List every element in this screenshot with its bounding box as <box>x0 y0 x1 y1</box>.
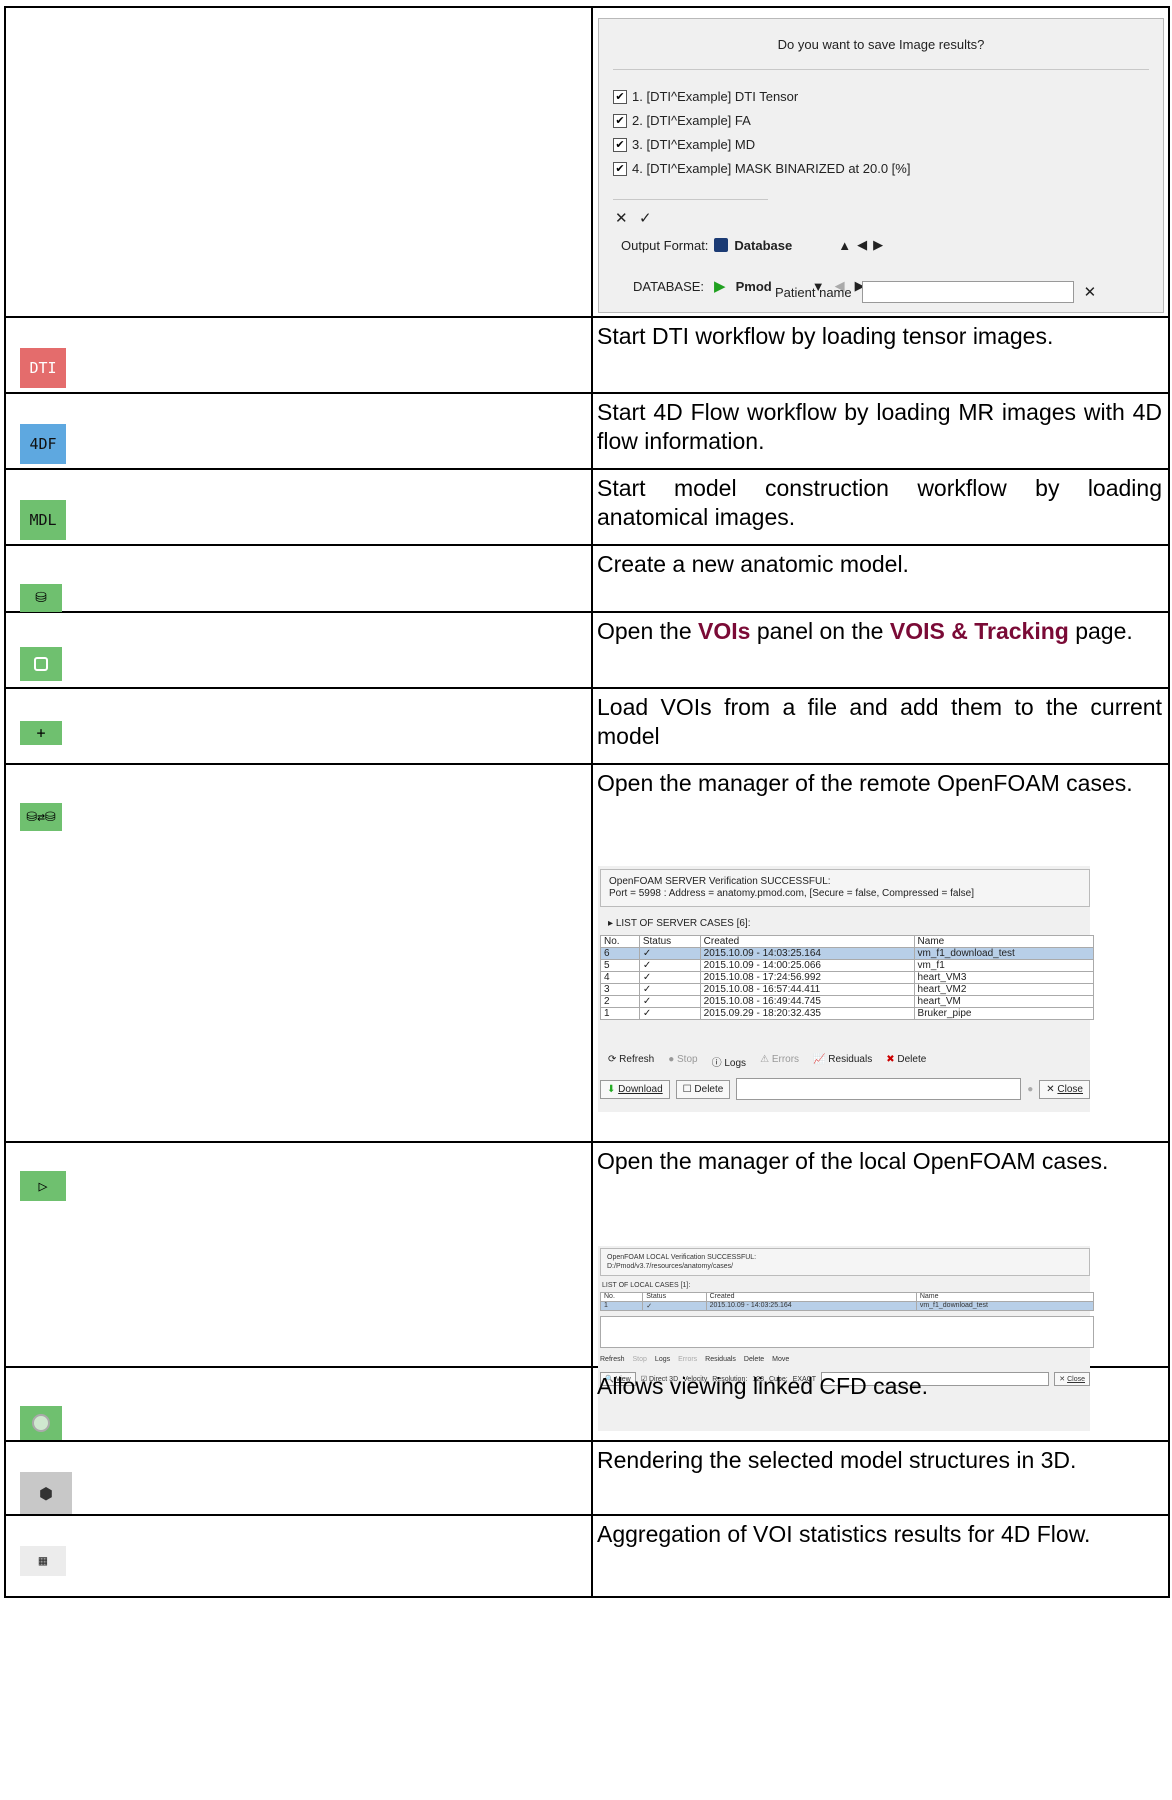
floppy-disk-icon <box>714 238 729 252</box>
list-title: LIST OF LOCAL CASES [1]: <box>602 1282 691 1289</box>
desc-cell: Do you want to save Image results? ✔ 1. [… <box>591 6 1170 318</box>
left-arrow-icon[interactable]: ◀ <box>857 237 867 253</box>
table-row: Open the VOIs panel on the VOIS & Tracki… <box>4 611 1170 689</box>
stop-button[interactable]: ● Stop <box>668 1054 697 1069</box>
clear-patient-icon[interactable]: ✕ <box>1084 283 1097 301</box>
stop-button[interactable]: Stop <box>633 1356 647 1363</box>
checkbox-icon[interactable]: ✔ <box>613 137 627 152</box>
dti-workflow-icon[interactable]: DTI <box>20 348 66 388</box>
render-3d-icon[interactable]: ⬢ <box>20 1472 72 1514</box>
table-row[interactable]: 1 ✓ 2015.10.09 - 14:03:25.164 vm_f1_downloa… <box>599 1301 1095 1311</box>
progress-bar <box>736 1078 1022 1100</box>
table-row: + Load VOIs from a file and add them to … <box>4 687 1170 765</box>
actions-bar: Refresh Stop Logs Errors Residuals Delet… <box>600 1356 789 1363</box>
save-results-dialog: Do you want to save Image results? ✔ 1. [… <box>598 18 1164 313</box>
play-icon: ▶ <box>714 278 726 295</box>
table-row: ▷ Open the manager of the local OpenFOAM… <box>4 1141 1170 1431</box>
status-box: OpenFOAM SERVER Verification SUCCESSFUL:… <box>600 869 1090 907</box>
errors-button[interactable]: Errors <box>678 1356 697 1363</box>
patient-name-input[interactable] <box>861 281 1074 303</box>
load-vois-icon[interactable]: + <box>20 721 62 745</box>
right-arrow-icon[interactable]: ▶ <box>873 237 883 253</box>
table-row[interactable]: 6 ✓ 2015.10.09 - 14:03:25.164 vm_f1_downloa… <box>600 947 1095 960</box>
table-row: ▦ Aggregation of VOI statistics results … <box>4 1514 1170 1598</box>
model-workflow-icon[interactable]: MDL <box>20 500 66 540</box>
new-model-icon[interactable]: ⛁ <box>20 584 62 612</box>
residuals-button[interactable]: 📈 Residuals <box>813 1054 872 1069</box>
residuals-button[interactable]: Residuals <box>705 1356 736 1363</box>
table-row: ⛁ Create a new anatomic model. <box>4 544 1170 613</box>
checkbox-icon[interactable]: ✔ <box>613 161 627 176</box>
up-arrow-icon[interactable]: ▲ <box>838 238 851 253</box>
clear-all-button[interactable]: ✕ <box>615 209 628 227</box>
table-row[interactable]: 5 ✓ 2015.10.09 - 14:00:25.066 vm_f1 <box>600 959 1095 972</box>
checkbox-icon[interactable]: ✔ <box>613 89 627 104</box>
database-select[interactable]: Pmod <box>736 279 772 294</box>
bottom-bar: ⬇ Download ☐ Delete ● ✕ Close <box>600 1078 1090 1100</box>
table-row: ⬢ Rendering the selected model structure… <box>4 1440 1170 1516</box>
table-row: Allows viewing linked CFD case. <box>4 1366 1170 1442</box>
4d-flow-workflow-icon[interactable]: 4DF <box>20 424 66 464</box>
result-item[interactable]: ✔ 3. [DTI^Example] MD <box>613 137 755 152</box>
aggregation-icon[interactable]: ▦ <box>20 1546 66 1576</box>
local-cases-table: No. Status Created Name 1 ✓ 2015.10.09 - 14:0… <box>599 1292 1095 1311</box>
list-title: ▸ LIST OF SERVER CASES [6]: <box>608 918 751 929</box>
dialog-question: Do you want to save Image results? <box>777 37 985 52</box>
remote-cases-icon[interactable]: ⛁⇄⛁ <box>20 803 62 831</box>
result-item[interactable]: ✔ 2. [DTI^Example] FA <box>613 113 751 128</box>
checkbox-icon[interactable]: ✔ <box>613 113 627 128</box>
remote-openfoam-manager: OpenFOAM SERVER Verification SUCCESSFUL:… <box>598 866 1095 1112</box>
server-cases-table: No. Status Created Name 6 ✓ 2015.10.09 - 14:0… <box>600 935 1095 1020</box>
move-button[interactable]: Move <box>772 1356 789 1363</box>
table-row: MDL Start model construction workflow by… <box>4 468 1170 546</box>
select-all-button[interactable]: ✓ <box>639 209 652 227</box>
refresh-button[interactable]: Refresh <box>600 1356 625 1363</box>
table-row[interactable]: 2 ✓ 2015.10.08 - 16:49:44.745 heart_VM <box>600 995 1095 1008</box>
delete-button[interactable]: Delete <box>744 1356 764 1363</box>
table-row[interactable]: 3 ✓ 2015.10.08 - 16:57:44.411 heart_VM2 <box>600 983 1095 996</box>
table-row: DTI Start DTI workflow by loading tensor… <box>4 316 1170 394</box>
local-cases-icon[interactable]: ▷ <box>20 1171 66 1201</box>
cfd-case-icon[interactable] <box>20 1406 62 1440</box>
patient-row: Patient name ✕ <box>775 281 1096 303</box>
errors-button[interactable]: ⚠ Errors <box>760 1054 799 1069</box>
result-item[interactable]: ✔ 1. [DTI^Example] DTI Tensor <box>613 89 798 104</box>
result-item[interactable]: ✔ 4. [DTI^Example] MASK BINARIZED at 20.0… <box>613 161 910 176</box>
logs-button[interactable]: ⓘ Logs <box>712 1054 746 1069</box>
refresh-button[interactable]: ⟳ Refresh <box>608 1054 654 1069</box>
actions-bar: ⟳ Refresh ● Stop ⓘ Logs ⚠ Errors 📈 Resid… <box>608 1054 926 1069</box>
table-row[interactable]: 1 ✓ 2015.09.29 - 18:20:32.435 Bruker_pipe <box>600 1007 1095 1020</box>
table-row: Do you want to save Image results? ✔ 1. [… <box>4 6 1170 318</box>
table-row[interactable]: 4 ✓ 2015.10.08 - 17:24:56.992 heart_VM3 <box>600 971 1095 984</box>
table-row: 4DF Start 4D Flow workflow by loading MR… <box>4 392 1170 470</box>
output-format-row: Output Format: Database ▲ ◀ ▶ <box>621 237 884 253</box>
status-dot-icon: ● <box>1027 1083 1034 1095</box>
vois-panel-icon[interactable] <box>20 647 62 681</box>
icon-cell <box>4 6 593 318</box>
status-box: OpenFOAM LOCAL Verification SUCCESSFUL: … <box>600 1248 1090 1276</box>
output-format-select[interactable]: Database <box>734 238 792 253</box>
close-button[interactable]: ✕ Close <box>1039 1079 1090 1099</box>
table-row: ⛁⇄⛁ Open the manager of the remote OpenF… <box>4 763 1170 1143</box>
delete-button[interactable]: ✖ Delete <box>886 1054 926 1069</box>
download-button[interactable]: ⬇ Download <box>600 1079 670 1099</box>
delete-checkbox[interactable]: ☐ Delete <box>675 1079 731 1099</box>
function-table: Do you want to save Image results? ✔ 1. [… <box>4 6 1170 1598</box>
logs-button[interactable]: Logs <box>655 1356 670 1363</box>
